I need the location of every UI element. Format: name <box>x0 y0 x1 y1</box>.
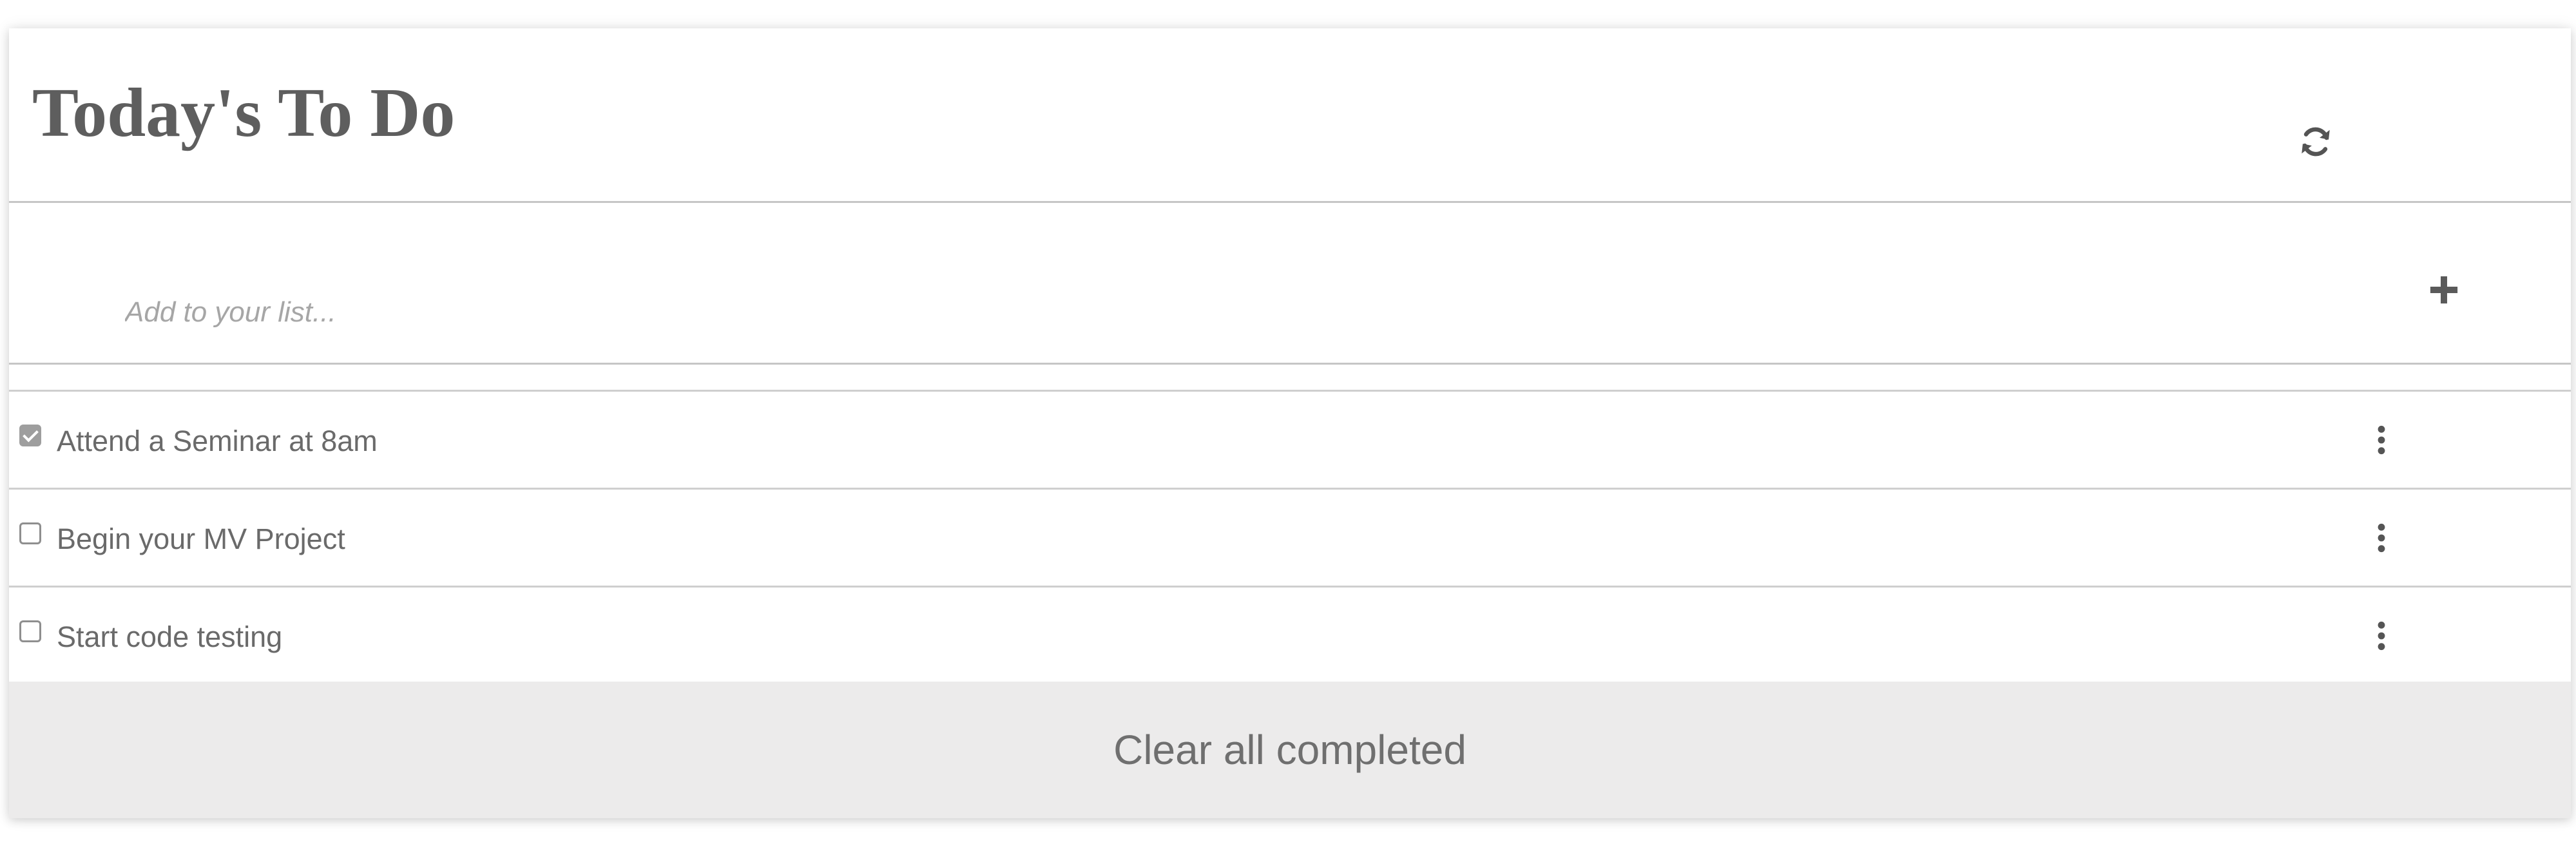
add-item-row <box>9 203 2571 365</box>
refresh-icon[interactable] <box>2298 124 2334 160</box>
todo-checkbox[interactable] <box>19 522 41 544</box>
todo-app: Today's To Do Attend a Seminar at 8am <box>9 28 2571 818</box>
header: Today's To Do <box>9 28 2571 203</box>
todo-checkbox[interactable] <box>19 620 41 642</box>
todo-text: Begin your MV Project <box>57 522 345 555</box>
todo-list: Attend a Seminar at 8am Begin your MV Pr… <box>9 392 2571 685</box>
todo-text: Attend a Seminar at 8am <box>57 425 378 457</box>
more-vertical-icon[interactable] <box>2367 522 2396 554</box>
plus-icon[interactable] <box>2429 275 2459 305</box>
todo-item: Start code testing <box>9 588 2571 685</box>
more-vertical-icon[interactable] <box>2367 424 2396 456</box>
todo-text: Start code testing <box>57 620 283 653</box>
page-title: Today's To Do <box>32 75 456 151</box>
todo-item: Attend a Seminar at 8am <box>9 392 2571 490</box>
clear-completed-button[interactable]: Clear all completed <box>9 682 2571 818</box>
todo-item: Begin your MV Project <box>9 490 2571 588</box>
todo-checkbox[interactable] <box>19 425 41 446</box>
add-item-input[interactable] <box>125 287 2251 338</box>
more-vertical-icon[interactable] <box>2367 620 2396 652</box>
clear-completed-label: Clear all completed <box>1113 727 1466 773</box>
